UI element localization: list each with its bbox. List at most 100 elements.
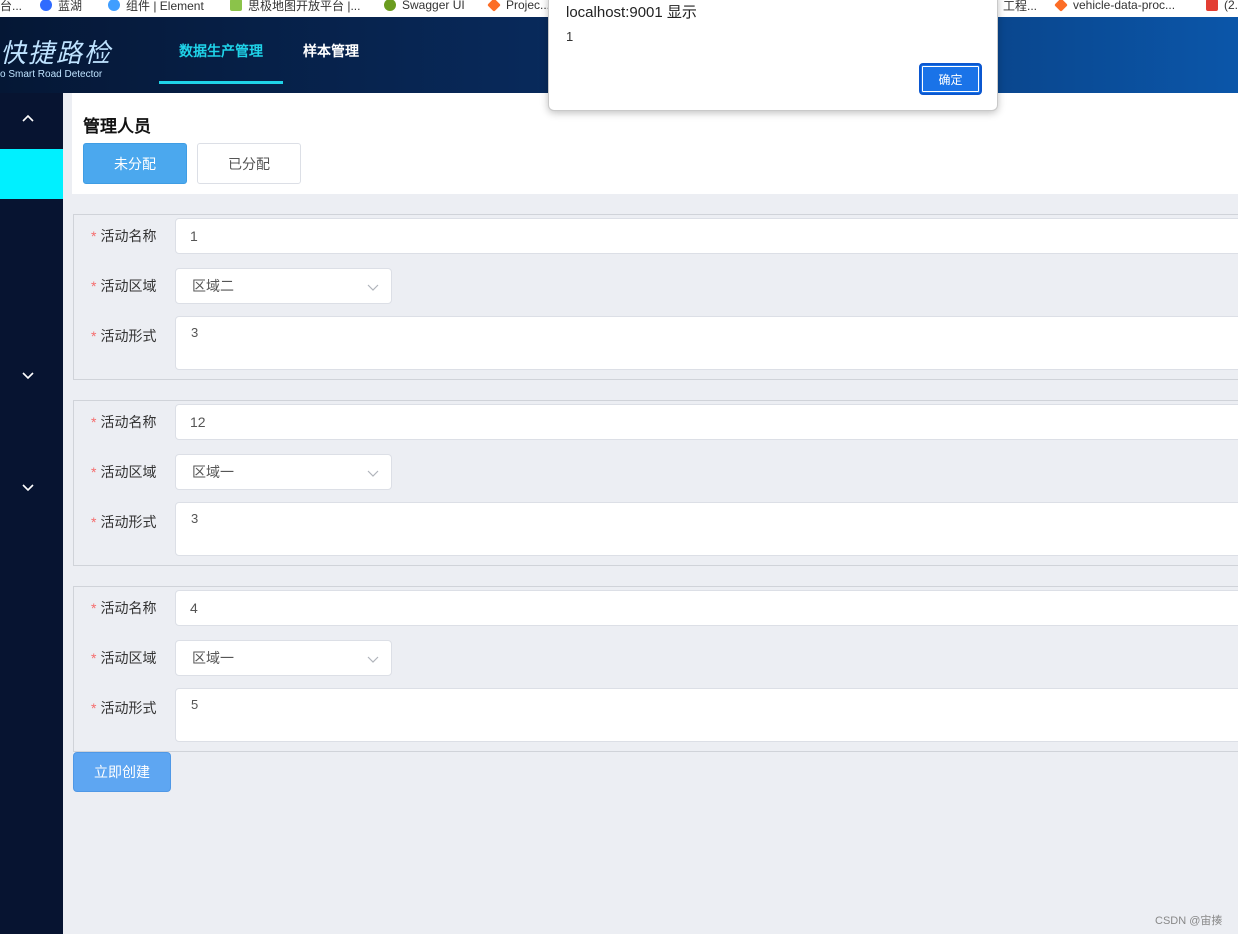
label-text: 活动形式 (100, 700, 157, 716)
bookmark-label: 组件 | Element (126, 0, 204, 13)
activity-type-label: * 活动形式 (91, 698, 156, 718)
bookmark-label: 工程... (1003, 0, 1038, 13)
activity-region-label: * 活动区域 (91, 276, 156, 296)
nav-tab-sample-management[interactable]: 样本管理 (290, 17, 372, 85)
logo-subtitle: o Smart Road Detector (0, 69, 103, 80)
bookmark-item[interactable]: 台... (0, 0, 22, 15)
required-mark: * (91, 228, 97, 244)
bookmark-item[interactable]: 蓝湖 (40, 0, 82, 15)
select-value: 区域一 (192, 464, 234, 480)
element-icon (108, 0, 120, 11)
gitlab-icon (487, 0, 501, 12)
bookmark-label: Projec... (506, 0, 551, 12)
nav-tab-label: 样本管理 (303, 43, 359, 59)
label-text: 活动区域 (100, 464, 157, 480)
required-mark: * (91, 414, 97, 430)
tab-label: 已分配 (228, 155, 270, 172)
watermark: CSDN @宙揍 (1155, 915, 1223, 927)
activity-type-textarea[interactable]: 5 (175, 688, 1238, 742)
tab-label: 未分配 (114, 155, 156, 172)
bookmark-item[interactable]: (2... (1206, 0, 1238, 15)
textarea-value: 3 (191, 511, 199, 526)
activity-form-group: * 活动名称 4 * 活动区域 区域一 * 活动形式 5 (73, 586, 1238, 752)
required-mark: * (91, 328, 97, 344)
activity-type-textarea[interactable]: 3 (175, 502, 1238, 556)
bookmark-item[interactable]: 工程... (1003, 0, 1037, 15)
chevron-down-icon (367, 470, 379, 477)
required-mark: * (91, 278, 97, 294)
activity-name-input[interactable]: 1 (175, 218, 1238, 254)
label-text: 活动名称 (100, 414, 157, 430)
dialog-ok-button[interactable]: 确定 (919, 63, 982, 95)
textarea-value: 3 (191, 325, 199, 340)
select-value: 区域一 (192, 650, 234, 666)
dialog-message: 1 (566, 29, 574, 44)
csdn-icon (1206, 0, 1218, 11)
button-label: 确定 (938, 72, 963, 87)
page-title: 管理人员 (83, 117, 151, 136)
activity-region-select[interactable]: 区域二 (175, 268, 392, 304)
textarea-value: 5 (191, 697, 199, 712)
activity-region-label: * 活动区域 (91, 648, 156, 668)
sidebar-item-active[interactable] (0, 149, 63, 199)
gitlab-icon (1054, 0, 1068, 12)
bookmark-item[interactable]: Projec... (487, 0, 551, 15)
map-icon (230, 0, 242, 11)
button-label: 立即创建 (94, 764, 150, 780)
required-mark: * (91, 700, 97, 716)
activity-region-label: * 活动区域 (91, 462, 156, 482)
bookmark-label: 蓝湖 (58, 0, 83, 13)
required-mark: * (91, 600, 97, 616)
activity-form-group: * 活动名称 1 * 活动区域 区域二 * 活动形式 3 (73, 214, 1238, 380)
chevron-up-icon[interactable] (21, 112, 35, 126)
lanhu-icon (40, 0, 52, 11)
nav-tab-data-production[interactable]: 数据生产管理 (159, 17, 283, 85)
required-mark: * (91, 650, 97, 666)
bookmark-item[interactable]: vehicle-data-proc... (1054, 0, 1176, 15)
bookmark-item[interactable]: 组件 | Element (108, 0, 204, 15)
tab-assigned[interactable]: 已分配 (197, 143, 301, 184)
nav-tab-label: 数据生产管理 (179, 43, 263, 59)
activity-type-label: * 活动形式 (91, 326, 156, 346)
label-text: 活动区域 (100, 278, 157, 294)
bookmark-label: Swagger UI (402, 0, 465, 12)
bookmark-item[interactable]: 思极地图开放平台 |... (230, 0, 360, 15)
sidebar (0, 93, 63, 934)
input-value: 12 (190, 414, 206, 430)
alert-dialog: localhost:9001 显示 1 确定 (548, 0, 998, 111)
bookmark-label: 思极地图开放平台 |... (248, 0, 361, 13)
activity-type-textarea[interactable]: 3 (175, 316, 1238, 370)
activity-name-input[interactable]: 4 (175, 590, 1238, 626)
bookmark-label: vehicle-data-proc... (1073, 0, 1176, 12)
swagger-icon (384, 0, 396, 11)
bookmark-item[interactable]: Swagger UI (384, 0, 465, 15)
logo-title: 快捷路检 (0, 39, 113, 69)
dialog-title: localhost:9001 显示 (566, 4, 697, 21)
label-text: 活动名称 (100, 228, 157, 244)
required-mark: * (91, 464, 97, 480)
activity-region-select[interactable]: 区域一 (175, 640, 392, 676)
tab-unassigned[interactable]: 未分配 (83, 143, 187, 184)
label-text: 活动区域 (100, 650, 157, 666)
input-value: 1 (190, 228, 198, 244)
label-text: 活动名称 (100, 600, 157, 616)
input-value: 4 (190, 600, 198, 616)
activity-name-label: * 活动名称 (91, 598, 156, 618)
required-mark: * (91, 514, 97, 530)
chevron-down-icon[interactable] (21, 480, 35, 494)
activity-region-select[interactable]: 区域一 (175, 454, 392, 490)
select-value: 区域二 (192, 278, 234, 294)
chevron-down-icon (367, 284, 379, 291)
chevron-down-icon (367, 656, 379, 663)
activity-name-input[interactable]: 12 (175, 404, 1238, 440)
active-tab-indicator (159, 81, 283, 84)
activity-name-label: * 活动名称 (91, 226, 156, 246)
bookmark-label: 台... (0, 0, 23, 13)
activity-form-group: * 活动名称 12 * 活动区域 区域一 * 活动形式 3 (73, 400, 1238, 566)
chevron-down-icon[interactable] (21, 368, 35, 382)
bookmark-label: (2... (1224, 0, 1238, 12)
label-text: 活动形式 (100, 328, 157, 344)
create-now-button[interactable]: 立即创建 (73, 752, 171, 792)
activity-name-label: * 活动名称 (91, 412, 156, 432)
activity-type-label: * 活动形式 (91, 512, 156, 532)
